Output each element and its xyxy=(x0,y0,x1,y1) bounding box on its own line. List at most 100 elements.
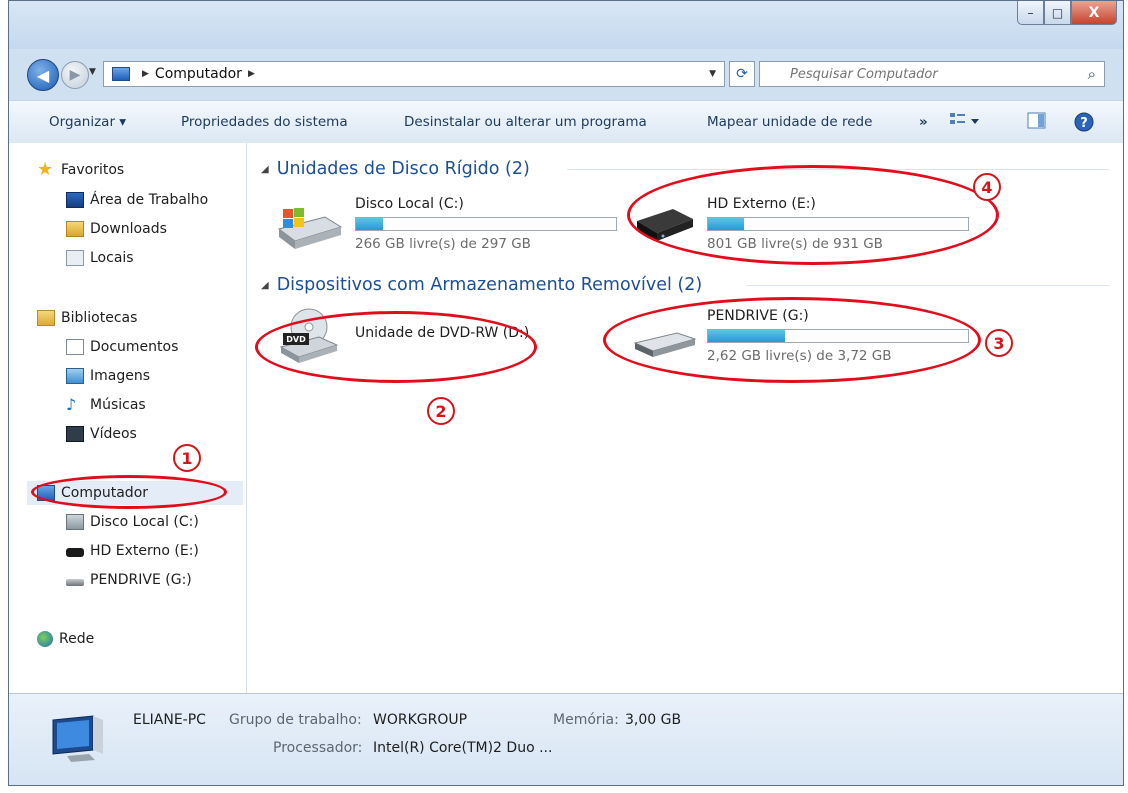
sidebar-item-disco-local-c[interactable]: Disco Local (C:) xyxy=(66,510,199,534)
computer-icon xyxy=(112,67,130,81)
group-divider xyxy=(567,169,1109,170)
pictures-icon xyxy=(66,368,84,384)
history-dropdown-icon[interactable]: ▼ xyxy=(89,67,96,77)
external-hdd-icon xyxy=(637,209,693,241)
drive-usage-fill xyxy=(708,330,785,342)
computer-icon xyxy=(37,485,55,501)
search-icon[interactable]: ⌕ xyxy=(1088,65,1096,83)
star-icon: ★ xyxy=(37,159,54,180)
svg-text:DVD: DVD xyxy=(286,335,306,344)
callout-number-4: 4 xyxy=(973,173,1001,201)
drive-name: HD Externo (E:) xyxy=(707,196,816,212)
address-dropdown-icon[interactable]: ▼ xyxy=(709,69,716,79)
refresh-icon[interactable]: ⟳ xyxy=(729,61,755,87)
sidebar-item-area-de-trabalho[interactable]: Área de Trabalho xyxy=(66,188,208,212)
drive-usage-bar xyxy=(355,217,617,231)
computer-name: ELIANE-PC xyxy=(133,712,206,728)
drive-usage-fill xyxy=(708,218,745,230)
sidebar-item-locais[interactable]: Locais xyxy=(66,246,134,270)
group-header-removable[interactable]: ◢ Dispositivos com Armazenamento Removív… xyxy=(261,273,702,297)
content-pane: ◢ Unidades de Disco Rígido (2) Disco Loc… xyxy=(247,143,1123,693)
address-bar[interactable]: ▶ Computador ▶ ▼ xyxy=(103,61,725,87)
drive-disco-local-c[interactable]: Disco Local (C:) 266 GB livre(s) de 297 … xyxy=(275,193,617,263)
close-button[interactable]: X xyxy=(1071,1,1117,25)
drive-free-space: 2,62 GB livre(s) de 3,72 GB xyxy=(707,348,892,364)
documents-icon xyxy=(66,339,84,355)
search-input[interactable] xyxy=(760,65,1072,83)
processor-value: Intel(R) Core(TM)2 Duo ... xyxy=(373,740,553,756)
music-icon: ♪ xyxy=(66,395,77,414)
sidebar-item-rede[interactable]: Rede xyxy=(37,627,94,651)
drive-pendrive-g[interactable]: PENDRIVE (G:) 2,62 GB livre(s) de 3,72 G… xyxy=(627,305,977,375)
usb-drive-icon xyxy=(633,332,697,357)
sidebar-item-computador[interactable]: Computador xyxy=(27,481,243,505)
drive-usage-bar xyxy=(707,217,969,231)
collapse-arrow-icon[interactable]: ◢ xyxy=(261,280,269,291)
drive-name: Disco Local (C:) xyxy=(355,196,464,212)
memory-value: 3,00 GB xyxy=(625,712,682,728)
drive-usage-bar xyxy=(707,329,969,343)
workgroup-label: Grupo de trabalho: xyxy=(229,712,362,728)
back-button[interactable]: ◀ xyxy=(27,59,59,91)
breadcrumb-computador[interactable]: Computador xyxy=(155,66,242,82)
caption-buttons: – □ X xyxy=(1017,1,1117,25)
sidebar-item-videos[interactable]: Vídeos xyxy=(66,422,137,446)
breadcrumb-arrow-icon[interactable]: ▶ xyxy=(248,69,255,79)
processor-label: Processador: xyxy=(273,740,363,756)
command-bar: Organizar ▾ Propriedades do sistema Desi… xyxy=(9,100,1123,144)
network-icon xyxy=(37,631,53,647)
windows-drive-icon xyxy=(66,514,84,530)
sidebar-item-bibliotecas[interactable]: Bibliotecas xyxy=(37,306,137,330)
dvd-drive-icon: DVD xyxy=(279,308,339,363)
group-header-hard-disks[interactable]: ◢ Unidades de Disco Rígido (2) xyxy=(261,157,530,181)
breadcrumb-arrow-icon[interactable]: ▶ xyxy=(142,69,149,79)
usb-drive-icon xyxy=(66,578,84,586)
windows-drive-icon xyxy=(277,208,343,249)
drive-dvd-rw-d[interactable]: DVD Unidade de DVD-RW (D:) xyxy=(275,305,575,369)
view-options-icon[interactable] xyxy=(949,111,981,135)
callout-number-3: 3 xyxy=(985,329,1013,357)
system-properties-button[interactable]: Propriedades do sistema xyxy=(181,114,348,130)
details-pane: ELIANE-PC Grupo de trabalho: WORKGROUP M… xyxy=(9,693,1123,785)
videos-icon xyxy=(66,426,84,442)
callout-number-2: 2 xyxy=(427,397,455,425)
maximize-button[interactable]: □ xyxy=(1044,1,1071,25)
drive-free-space: 266 GB livre(s) de 297 GB xyxy=(355,236,531,252)
svg-text:?: ? xyxy=(1080,116,1088,131)
minimize-button[interactable]: – xyxy=(1017,1,1044,25)
sidebar-item-imagens[interactable]: Imagens xyxy=(66,364,150,388)
navigation-pane: ★ Favoritos Área de Trabalho Downloads L… xyxy=(9,143,247,693)
forward-button[interactable]: ▶ xyxy=(61,61,89,89)
collapse-arrow-icon[interactable]: ◢ xyxy=(261,164,269,175)
map-network-drive-button[interactable]: Mapear unidade de rede xyxy=(707,114,872,130)
computer-monitor-icon xyxy=(52,715,103,762)
group-divider xyxy=(747,285,1109,286)
libraries-icon xyxy=(37,310,55,326)
downloads-folder-icon xyxy=(66,221,84,237)
callout-number-1: 1 xyxy=(173,444,201,472)
sidebar-item-hd-externo-e[interactable]: HD Externo (E:) xyxy=(66,539,199,563)
drive-hd-externo-e[interactable]: HD Externo (E:) 801 GB livre(s) de 931 G… xyxy=(627,193,977,263)
sidebar-item-pendrive-g[interactable]: PENDRIVE (G:) xyxy=(66,568,192,592)
drive-free-space: 801 GB livre(s) de 931 GB xyxy=(707,236,883,252)
title-bar: – □ X xyxy=(9,1,1123,49)
uninstall-program-button[interactable]: Desinstalar ou alterar um programa xyxy=(404,114,647,130)
navigation-row: ◀ ▶ ▼ ▶ Computador ▶ ▼ ⟳ ⌕ xyxy=(9,57,1123,91)
sidebar-item-downloads[interactable]: Downloads xyxy=(66,217,167,241)
external-hdd-icon xyxy=(66,547,84,557)
desktop-icon xyxy=(66,192,84,208)
page-bottom-strip xyxy=(0,786,1128,793)
explorer-window: – □ X ◀ ▶ ▼ ▶ Computador ▶ ▼ ⟳ ⌕ Organiz… xyxy=(8,0,1124,786)
memory-label: Memória: xyxy=(553,712,619,728)
sidebar-item-favoritos[interactable]: ★ Favoritos xyxy=(37,158,124,182)
workgroup-value: WORKGROUP xyxy=(373,712,468,728)
search-box[interactable]: ⌕ xyxy=(759,61,1105,87)
drive-usage-fill xyxy=(356,218,384,230)
sidebar-item-musicas[interactable]: ♪ Músicas xyxy=(66,393,146,417)
help-icon[interactable]: ? xyxy=(1073,111,1095,137)
recent-places-icon xyxy=(66,250,84,266)
sidebar-item-documentos[interactable]: Documentos xyxy=(66,335,178,359)
organize-menu[interactable]: Organizar ▾ xyxy=(49,114,126,130)
more-commands-button[interactable]: » xyxy=(919,114,928,130)
preview-pane-icon[interactable] xyxy=(1027,111,1047,135)
